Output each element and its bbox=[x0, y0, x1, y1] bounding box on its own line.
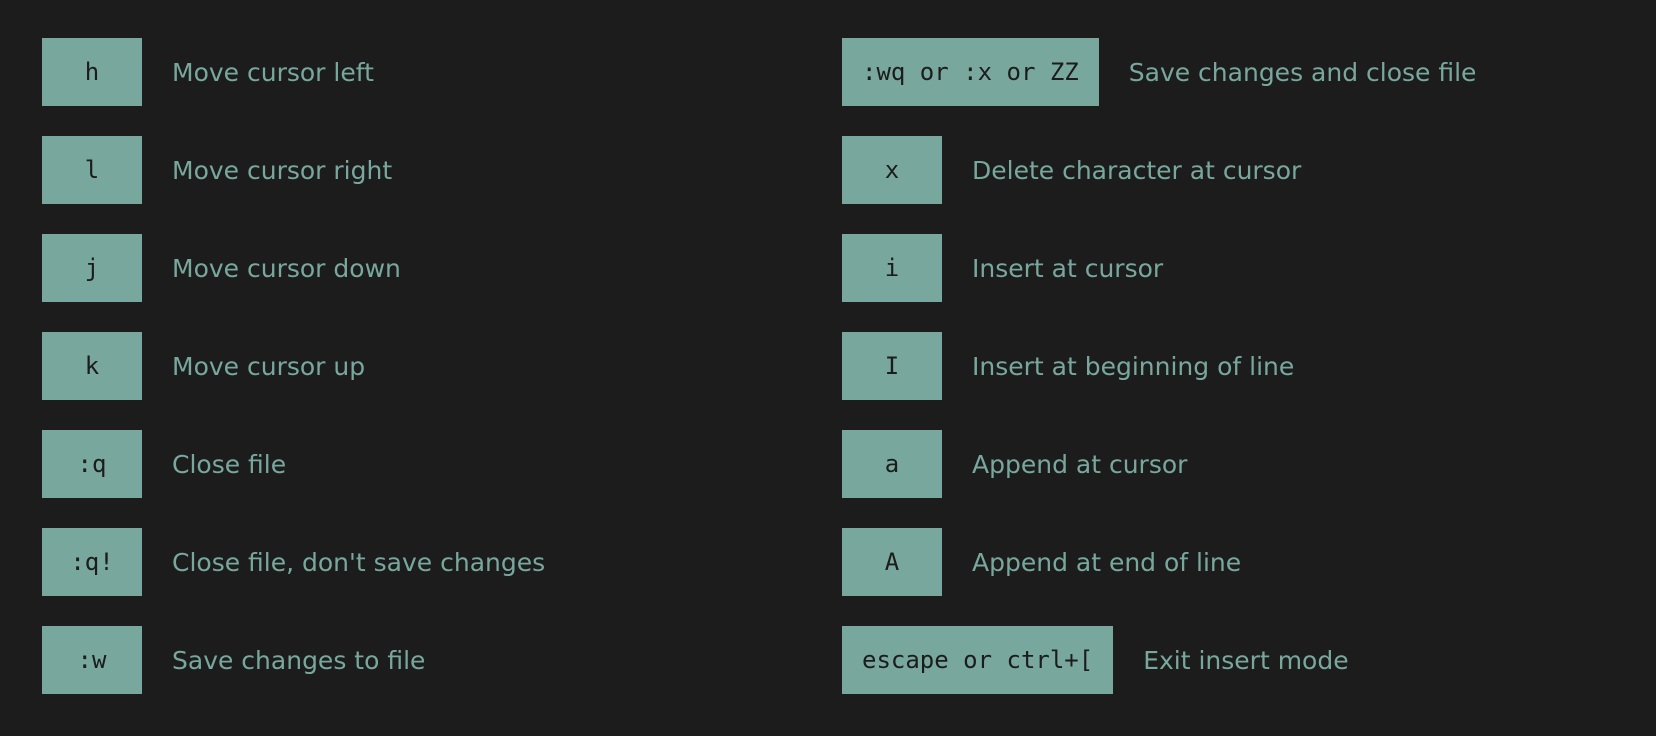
shortcut-row: l Move cursor right bbox=[42, 136, 545, 204]
shortcut-row: k Move cursor up bbox=[42, 332, 545, 400]
left-column: h Move cursor left l Move cursor right j… bbox=[42, 38, 545, 694]
shortcut-row: :q Close file bbox=[42, 430, 545, 498]
shortcut-description: Insert at beginning of line bbox=[972, 351, 1295, 381]
shortcut-description: Move cursor left bbox=[172, 57, 374, 87]
key-badge: I bbox=[842, 332, 942, 400]
shortcut-description: Close file, don't save changes bbox=[172, 547, 546, 577]
shortcut-description: Insert at cursor bbox=[972, 253, 1164, 283]
key-badge: escape or ctrl+[ bbox=[842, 626, 1114, 694]
key-badge: j bbox=[42, 234, 142, 302]
shortcut-description: Delete character at cursor bbox=[972, 155, 1302, 185]
shortcut-row: :wq or :x or ZZ Save changes and close f… bbox=[842, 38, 1476, 106]
shortcut-row: escape or ctrl+[ Exit insert mode bbox=[842, 626, 1476, 694]
shortcut-description: Append at end of line bbox=[972, 547, 1242, 577]
vim-cheatsheet: h Move cursor left l Move cursor right j… bbox=[0, 0, 1656, 736]
shortcut-description: Save changes to file bbox=[172, 645, 426, 675]
shortcut-row: i Insert at cursor bbox=[842, 234, 1476, 302]
shortcut-row: :q! Close file, don't save changes bbox=[42, 528, 545, 596]
shortcut-description: Save changes and close file bbox=[1128, 57, 1477, 87]
shortcut-row: j Move cursor down bbox=[42, 234, 545, 302]
key-badge: i bbox=[842, 234, 942, 302]
key-badge: :q! bbox=[42, 528, 142, 596]
right-column: :wq or :x or ZZ Save changes and close f… bbox=[842, 38, 1476, 694]
shortcut-description: Move cursor up bbox=[172, 351, 366, 381]
shortcut-row: A Append at end of line bbox=[842, 528, 1476, 596]
key-badge: A bbox=[842, 528, 942, 596]
key-badge: :w bbox=[42, 626, 142, 694]
key-badge: :q bbox=[42, 430, 142, 498]
shortcut-description: Move cursor down bbox=[172, 253, 401, 283]
key-badge: a bbox=[842, 430, 942, 498]
key-badge: x bbox=[842, 136, 942, 204]
shortcut-row: a Append at cursor bbox=[842, 430, 1476, 498]
shortcut-description: Exit insert mode bbox=[1143, 645, 1349, 675]
key-badge: h bbox=[42, 38, 142, 106]
shortcut-row: :w Save changes to file bbox=[42, 626, 545, 694]
key-badge: k bbox=[42, 332, 142, 400]
shortcut-row: h Move cursor left bbox=[42, 38, 545, 106]
shortcut-row: x Delete character at cursor bbox=[842, 136, 1476, 204]
key-badge: l bbox=[42, 136, 142, 204]
shortcut-description: Move cursor right bbox=[172, 155, 393, 185]
shortcut-row: I Insert at beginning of line bbox=[842, 332, 1476, 400]
shortcut-description: Close file bbox=[172, 449, 287, 479]
shortcut-description: Append at cursor bbox=[972, 449, 1188, 479]
key-badge: :wq or :x or ZZ bbox=[842, 38, 1099, 106]
